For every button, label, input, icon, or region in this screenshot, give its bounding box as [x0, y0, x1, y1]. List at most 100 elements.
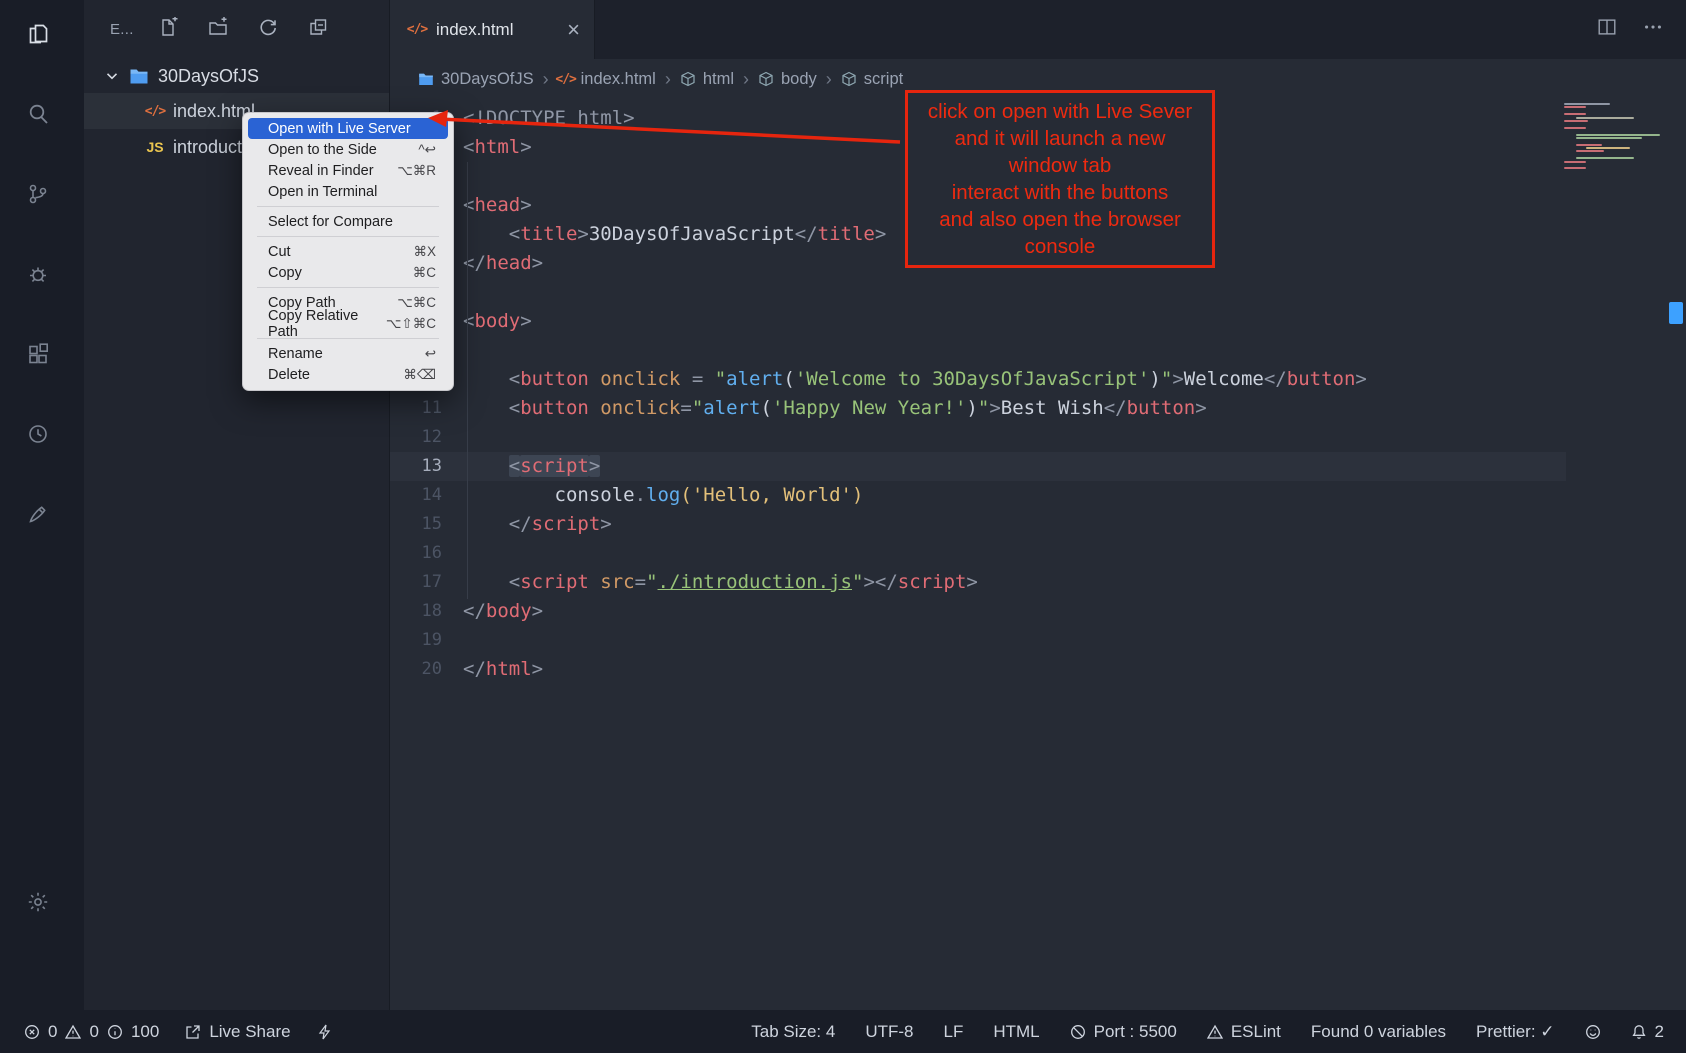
menu-item-select-for-compare[interactable]: Select for Compare [248, 211, 448, 232]
code-line-18[interactable]: 18</body> [390, 597, 1566, 626]
line-number[interactable]: 19 [390, 626, 456, 655]
tab-bar: </> index.html × [390, 0, 1686, 59]
status-encoding[interactable]: UTF-8 [865, 1022, 913, 1042]
status-feedback-smiley[interactable] [1585, 1024, 1601, 1040]
status-eslint[interactable]: ESLint [1207, 1022, 1281, 1042]
menu-item-shortcut: ⌘C [413, 265, 436, 281]
code-line-10[interactable]: 10 <button onclick = "alert('Welcome to … [390, 365, 1566, 394]
ban-icon [1070, 1024, 1086, 1040]
close-icon[interactable]: × [567, 19, 580, 41]
menu-item-copy[interactable]: Copy⌘C [248, 262, 448, 283]
menu-item-open-to-the-side[interactable]: Open to the Side^↩ [248, 139, 448, 160]
status-eol[interactable]: LF [944, 1022, 964, 1042]
line-number[interactable]: 13 [390, 452, 456, 481]
minimap-line [1562, 150, 1660, 152]
smiley-icon [1585, 1024, 1601, 1040]
status-quick-action[interactable] [317, 1024, 333, 1040]
status-live-share[interactable]: Live Share [185, 1022, 290, 1042]
menu-item-rename[interactable]: Rename↩ [248, 343, 448, 364]
activity-timeline[interactable] [26, 422, 58, 454]
code-line-20[interactable]: 20</html> [390, 655, 1566, 684]
menu-item-cut[interactable]: Cut⌘X [248, 241, 448, 262]
status-label: Found 0 variables [1311, 1022, 1446, 1042]
status-warnings[interactable]: 0 [65, 1022, 98, 1042]
more-actions-button[interactable] [1642, 16, 1664, 43]
new-file-button[interactable] [158, 17, 178, 42]
menu-item-delete[interactable]: Delete⌘⌫ [248, 364, 448, 385]
activity-extensions[interactable] [26, 342, 58, 374]
menu-item-reveal-in-finder[interactable]: Reveal in Finder⌥⌘R [248, 160, 448, 181]
minimap-line [1562, 157, 1660, 159]
activity-source-control[interactable] [26, 182, 58, 214]
status-language-mode[interactable]: HTML [993, 1022, 1039, 1042]
split-editor-icon [1596, 16, 1618, 38]
folder-row-30daysofjs[interactable]: 30DaysOfJS [84, 59, 389, 93]
activity-search[interactable] [26, 102, 58, 134]
menu-item-open-with-live-server[interactable]: Open with Live Server [248, 118, 448, 139]
tab-index-html[interactable]: </> index.html × [390, 0, 595, 59]
code-line-7[interactable]: 7 [390, 278, 1566, 307]
status-prettier[interactable]: Prettier: ✓ [1476, 1022, 1554, 1042]
status-errors[interactable]: 0 [24, 1022, 57, 1042]
collapse-folders-button[interactable] [308, 17, 328, 42]
status-bar-right: Tab Size: 4 UTF-8 LF HTML Port : 5500 ESLint F… [751, 1022, 1664, 1042]
line-number[interactable]: 11 [390, 394, 456, 423]
code-text: <button onclick = "alert('Welcome to 30D… [463, 365, 1367, 394]
code-line-12[interactable]: 12 [390, 423, 1566, 452]
code-line-16[interactable]: 16 [390, 539, 1566, 568]
new-folder-button[interactable] [208, 17, 228, 42]
menu-item-copy-relative-path[interactable]: Copy Relative Path⌥⇧⌘C [248, 313, 448, 334]
minimap-line [1562, 140, 1660, 142]
menu-separator [257, 236, 439, 237]
line-number[interactable]: 14 [390, 481, 456, 510]
breadcrumb-script[interactable]: script [841, 70, 903, 89]
breadcrumb-label: index.html [581, 70, 656, 89]
line-number[interactable]: 12 [390, 423, 456, 452]
code-text: console.log('Hello, World') [463, 481, 863, 510]
menu-item-open-in-terminal[interactable]: Open in Terminal [248, 181, 448, 202]
sidebar-title: E... [110, 21, 134, 38]
breadcrumb-30daysofjs[interactable]: 30DaysOfJS [418, 70, 534, 89]
status-tab-size[interactable]: Tab Size: 4 [751, 1022, 835, 1042]
code-line-13[interactable]: 13 <script> [390, 452, 1566, 481]
code-line-15[interactable]: 15 </script> [390, 510, 1566, 539]
clock-icon [26, 422, 50, 446]
status-found-variables[interactable]: Found 0 variables [1311, 1022, 1446, 1042]
line-number[interactable]: 17 [390, 568, 456, 597]
settings-gear-icon [26, 890, 50, 914]
menu-item-shortcut: ⌥⌘C [397, 295, 436, 311]
code-line-11[interactable]: 11 <button onclick="alert('Happy New Yea… [390, 394, 1566, 423]
breadcrumb-html[interactable]: html [680, 70, 734, 89]
status-bar-left: 00 100 Live Share [24, 1022, 333, 1042]
refresh-explorer-button[interactable] [258, 17, 278, 42]
breadcrumb-index-html[interactable]: </>index.html [558, 70, 656, 89]
status-label: UTF-8 [865, 1022, 913, 1042]
code-line-8[interactable]: 8<body> [390, 307, 1566, 336]
annotation-text-line: interact with the buttons [910, 179, 1210, 206]
minimap[interactable] [1562, 103, 1660, 171]
info-icon [107, 1024, 123, 1040]
code-line-17[interactable]: 17 <script src="./introduction.js"></scr… [390, 568, 1566, 597]
split-editor-button[interactable] [1596, 16, 1618, 43]
status-notifications[interactable]: 2 [1631, 1022, 1664, 1042]
status-live-server-port[interactable]: Port : 5500 [1070, 1022, 1177, 1042]
activity-run-debug[interactable] [26, 262, 58, 294]
code-line-9[interactable]: 9 [390, 336, 1566, 365]
line-number[interactable]: 15 [390, 510, 456, 539]
status-problems[interactable]: 00 100 [24, 1022, 159, 1042]
status-infos[interactable]: 100 [107, 1022, 159, 1042]
refresh-icon [258, 17, 278, 37]
annotation-text-line: and it will launch a new [910, 125, 1210, 152]
code-line-19[interactable]: 19 [390, 626, 1566, 655]
activity-manage[interactable] [26, 890, 58, 922]
menu-item-label: Open in Terminal [268, 184, 377, 200]
line-number[interactable]: 20 [390, 655, 456, 684]
pen-icon [26, 502, 50, 526]
line-number[interactable]: 18 [390, 597, 456, 626]
activity-explorer[interactable] [26, 22, 58, 54]
activity-feedback[interactable] [26, 502, 58, 534]
breadcrumb-body[interactable]: body [758, 70, 817, 89]
line-number[interactable]: 16 [390, 539, 456, 568]
code-line-14[interactable]: 14 console.log('Hello, World') [390, 481, 1566, 510]
annotation-box: click on open with Live Severand it will… [905, 90, 1215, 268]
